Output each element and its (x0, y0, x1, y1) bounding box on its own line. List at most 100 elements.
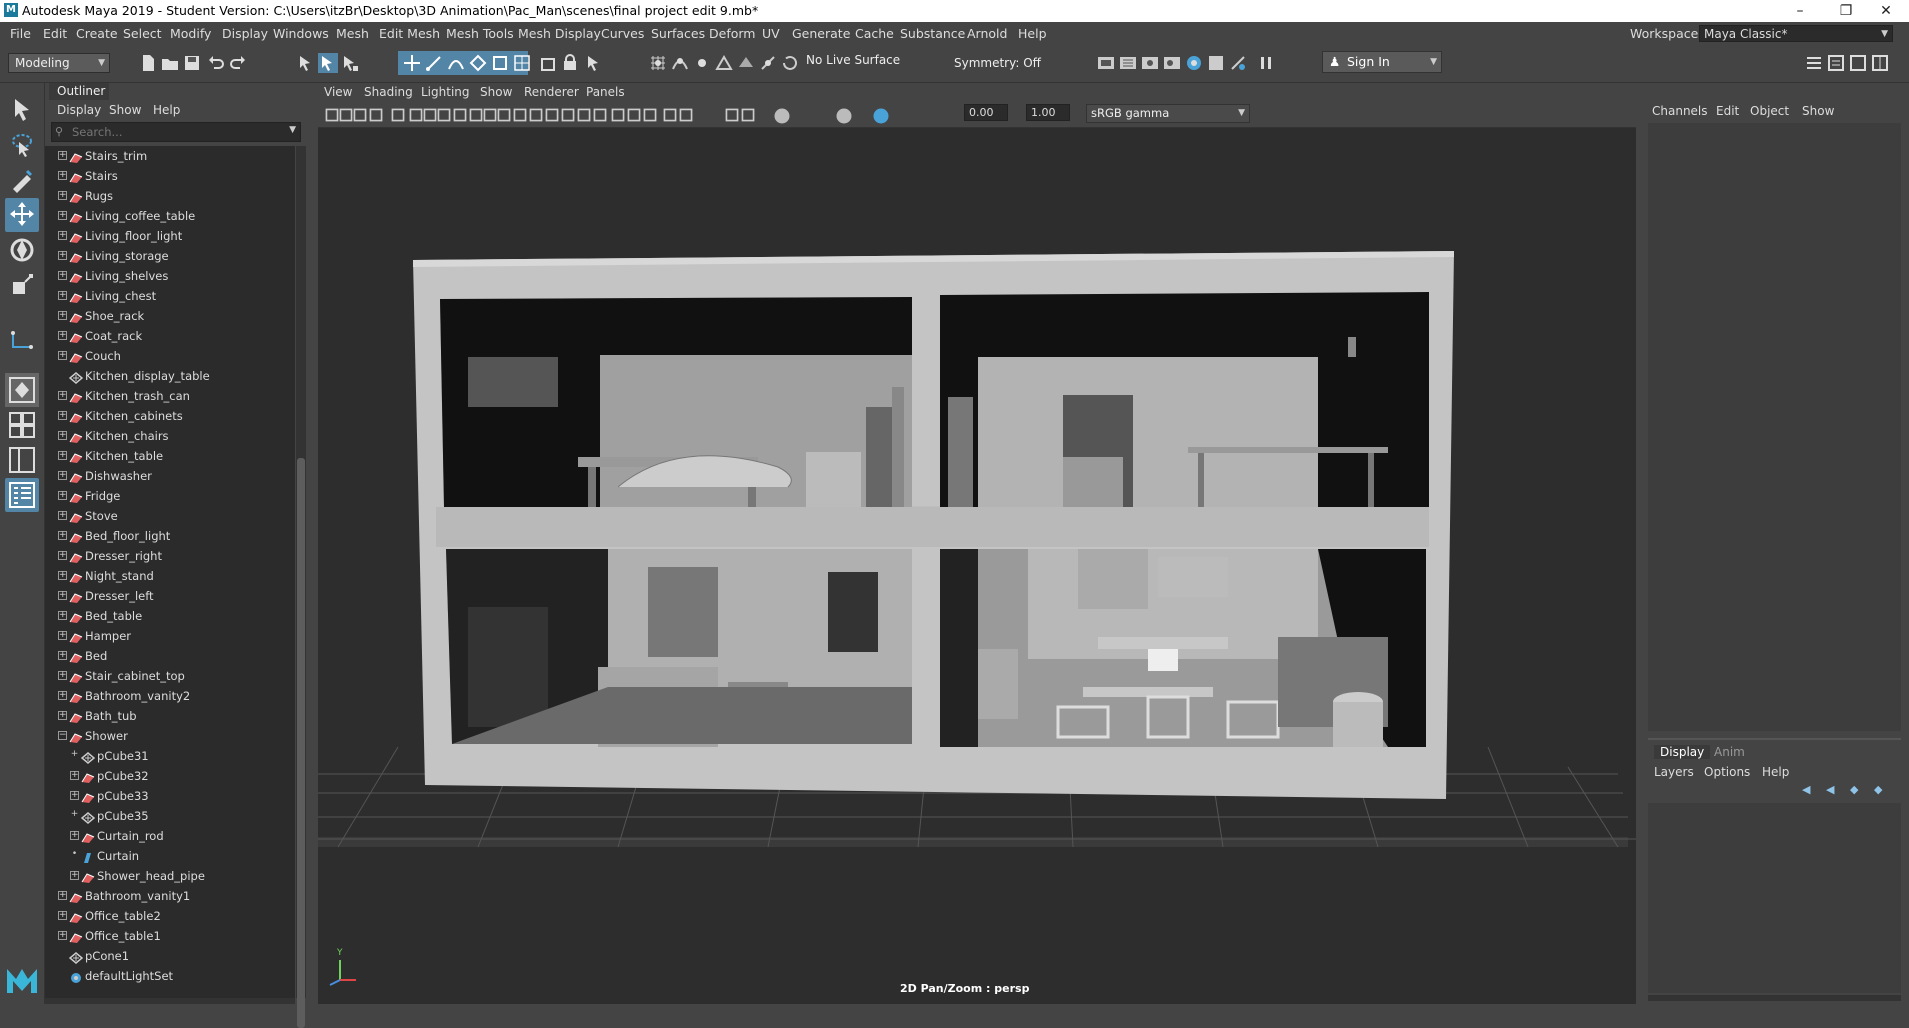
gamma-field[interactable]: 1.00 (1026, 104, 1070, 121)
outliner-item[interactable]: + Rugs (45, 186, 295, 206)
layer-menu-help[interactable]: Help (1762, 765, 1789, 779)
outliner-item[interactable]: + Bathroom_vanity1 (45, 886, 295, 906)
menu-mesh-display[interactable]: Mesh Display (518, 26, 601, 41)
pause-icon[interactable] (1256, 53, 1276, 73)
mask-surfaces-icon[interactable] (468, 53, 488, 73)
default-material-icon[interactable] (542, 105, 559, 123)
outliner-item[interactable]: + Dresser_right (45, 546, 295, 566)
cb-menu-show[interactable]: Show (1802, 104, 1834, 118)
arnold-light-icon[interactable] (1228, 53, 1248, 73)
xray-icon[interactable] (676, 105, 693, 123)
outliner-item[interactable]: + Bath_tub (45, 706, 295, 726)
expand-toggle-icon[interactable]: + (58, 891, 67, 900)
menu-windows[interactable]: Windows (273, 26, 329, 41)
move-tool-icon[interactable] (5, 198, 39, 232)
expand-toggle-icon[interactable]: + (70, 810, 79, 820)
expand-toggle-icon[interactable]: + (58, 411, 67, 420)
new-scene-icon[interactable] (138, 53, 158, 73)
close-icon[interactable]: ✕ (1863, 0, 1909, 22)
menu-generate[interactable]: Generate (792, 26, 850, 41)
field-chart-icon[interactable] (466, 105, 483, 123)
outliner-item[interactable]: + Kitchen_cabinets (45, 406, 295, 426)
expand-toggle-icon[interactable]: + (58, 451, 67, 460)
new-layer-selected-icon[interactable]: ◆ (1874, 783, 1882, 796)
outliner-item[interactable]: + Curtain_rod (45, 826, 295, 846)
safe-action-icon[interactable] (480, 105, 497, 123)
outliner-item[interactable]: + Bed_floor_light (45, 526, 295, 546)
live-surface-label[interactable]: No Live Surface (806, 53, 900, 67)
open-scene-icon[interactable] (160, 53, 180, 73)
expand-toggle-icon[interactable]: + (58, 591, 67, 600)
expand-toggle-icon[interactable]: + (70, 791, 79, 800)
outliner-item[interactable]: + Living_floor_light (45, 226, 295, 246)
shadows-icon[interactable] (590, 105, 607, 123)
outliner-layout-icon[interactable] (5, 478, 39, 512)
expand-toggle-icon[interactable]: + (58, 651, 67, 660)
mask-misc-icon[interactable] (560, 53, 580, 73)
expand-toggle-icon[interactable]: + (58, 271, 67, 280)
snap-to-points-icon[interactable] (692, 53, 712, 73)
camera-attributes-icon[interactable] (350, 105, 367, 123)
history-icon[interactable] (780, 53, 800, 73)
select-object-icon[interactable] (318, 53, 338, 73)
expand-toggle-icon[interactable]: + (58, 391, 67, 400)
outliner-item[interactable]: + pCube33 (45, 786, 295, 806)
redo-icon[interactable] (228, 53, 248, 73)
outliner-item[interactable]: + pCube35 (45, 806, 295, 826)
outliner-item[interactable]: − Shower (45, 726, 295, 746)
outliner-item[interactable]: + Office_table1 (45, 926, 295, 946)
lock-selection-icon[interactable] (584, 53, 604, 73)
channel-box-area[interactable] (1648, 123, 1901, 731)
expand-toggle-icon[interactable]: + (58, 691, 67, 700)
expand-toggle-icon[interactable]: + (58, 331, 67, 340)
outliner-item[interactable]: + Stairs (45, 166, 295, 186)
channel-box-icon[interactable] (1870, 53, 1890, 73)
vp-menu-view[interactable]: View (324, 85, 352, 99)
perspective-viewport[interactable] (318, 127, 1636, 1004)
expand-toggle-icon[interactable]: + (58, 571, 67, 580)
expand-toggle-icon[interactable]: + (58, 291, 67, 300)
hypershade-icon[interactable] (1162, 53, 1182, 73)
arnold-render-icon[interactable] (1206, 53, 1226, 73)
use-all-lights-icon[interactable] (574, 105, 591, 123)
ipr-render-icon[interactable] (1118, 53, 1138, 73)
outliner-item[interactable]: + Bed_table (45, 606, 295, 626)
select-camera-icon[interactable] (322, 105, 339, 123)
motion-blur-icon[interactable] (624, 105, 641, 123)
vp-menu-shading[interactable]: Shading (364, 85, 413, 99)
layer-menu-layers[interactable]: Layers (1654, 765, 1694, 779)
tool-settings-icon[interactable] (1848, 53, 1868, 73)
outliner-item[interactable]: • Curtain (45, 846, 295, 866)
tab-anim[interactable]: Anim (1714, 745, 1745, 759)
menu-uv[interactable]: UV (762, 26, 780, 41)
lock-camera-icon[interactable] (336, 105, 353, 123)
tab-display[interactable]: Display (1654, 745, 1711, 759)
expand-toggle-icon[interactable]: + (58, 471, 67, 480)
menu-set-dropdown[interactable]: Modeling ▼ (8, 53, 110, 73)
four-view-layout-icon[interactable] (5, 408, 39, 442)
menu-file[interactable]: File (10, 26, 31, 41)
cb-menu-channels[interactable]: Channels (1652, 104, 1708, 118)
outliner-menu-help[interactable]: Help (153, 103, 180, 117)
lasso-tool-icon[interactable] (5, 128, 39, 162)
select-hierarchy-icon[interactable] (296, 53, 316, 73)
expand-toggle-icon[interactable]: + (58, 351, 67, 360)
exposure-field[interactable]: 0.00 (964, 104, 1008, 121)
menu-substance[interactable]: Substance (900, 26, 965, 41)
expand-toggle-icon[interactable]: + (70, 871, 79, 880)
expand-toggle-icon[interactable]: + (58, 911, 67, 920)
mask-rendering-icon[interactable] (538, 53, 558, 73)
sign-in-button[interactable]: ♟ Sign In ▼ (1322, 51, 1442, 73)
snap-to-view-planes-icon[interactable] (736, 53, 756, 73)
attribute-editor-icon[interactable] (1826, 53, 1846, 73)
menu-deform[interactable]: Deform (709, 26, 755, 41)
outliner-search-input[interactable] (72, 124, 272, 140)
menu-surfaces[interactable]: Surfaces (651, 26, 705, 41)
select-tool-icon[interactable] (5, 93, 39, 127)
mask-handles-icon[interactable] (402, 53, 422, 73)
menu-curves[interactable]: Curves (601, 26, 644, 41)
expand-toggle-icon[interactable]: + (58, 311, 67, 320)
rotate-tool-icon[interactable] (5, 233, 39, 267)
make-live-icon[interactable] (758, 53, 778, 73)
outliner-item[interactable]: + Stairs_trim (45, 146, 295, 166)
